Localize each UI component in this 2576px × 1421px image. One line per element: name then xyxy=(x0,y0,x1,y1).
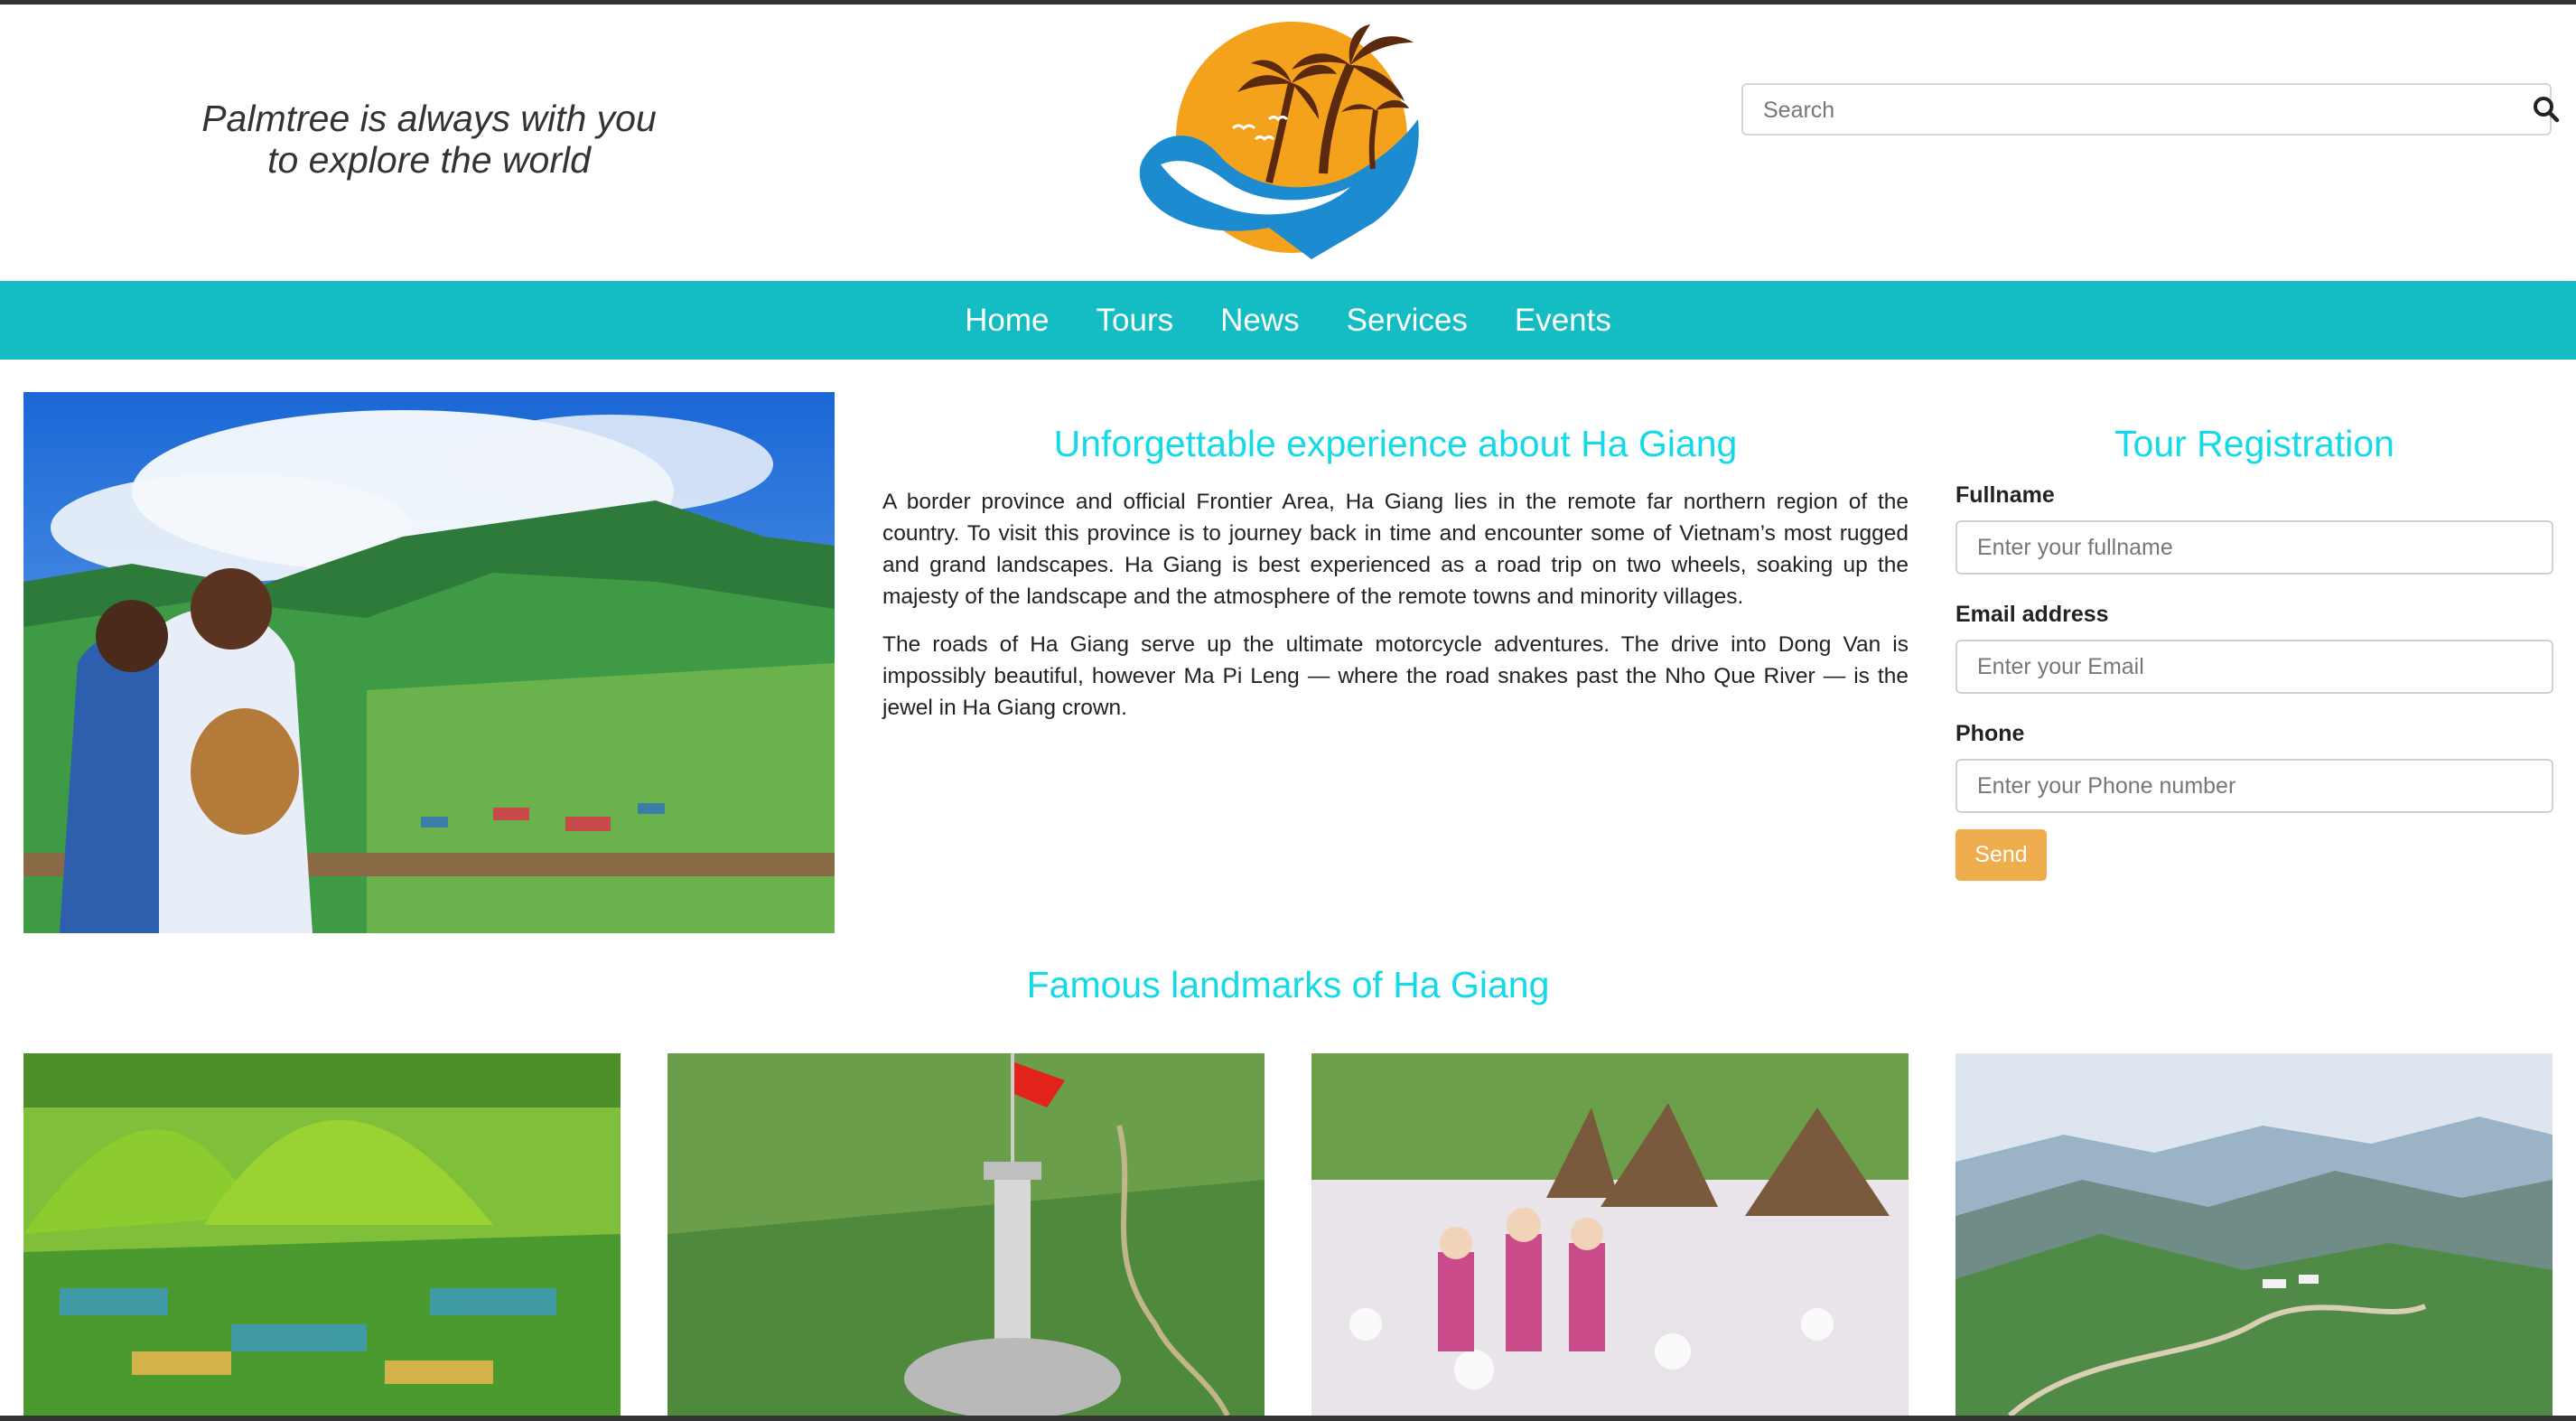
fullname-input[interactable] xyxy=(1955,520,2553,575)
tour-registration-form: Tour Registration Fullname Email address… xyxy=(1955,417,2553,881)
article-paragraph-1: A border province and official Frontier … xyxy=(882,490,1909,609)
article-section: Unforgettable experience about Ha Giang … xyxy=(882,417,1909,740)
palm-tree-sunset-logo-icon[interactable] xyxy=(1134,20,1441,264)
nav-home[interactable]: Home xyxy=(965,303,1049,339)
search-icon[interactable] xyxy=(2531,94,2562,125)
send-button[interactable]: Send xyxy=(1955,829,2047,881)
phone-label: Phone xyxy=(1955,721,2025,746)
landmark-image-lung-cu-flag-tower[interactable] xyxy=(667,1053,1265,1416)
email-input[interactable] xyxy=(1955,640,2553,694)
nav-news[interactable]: News xyxy=(1220,303,1300,339)
landmark-image-twin-mountains[interactable] xyxy=(23,1053,621,1416)
tagline-line-1: Palmtree is always with you xyxy=(201,98,657,139)
main-navbar: Home Tours News Services Events xyxy=(0,281,2576,360)
top-border xyxy=(0,0,2576,5)
landmarks-title: Famous landmarks of Ha Giang xyxy=(1026,964,1550,1005)
phone-input[interactable] xyxy=(1955,759,2553,813)
ha-giang-hero-image xyxy=(23,392,835,933)
article-paragraph-2: The roads of Ha Giang serve up the ultim… xyxy=(882,632,1909,720)
fullname-label: Fullname xyxy=(1955,482,2055,508)
registration-title: Tour Registration xyxy=(2114,423,2394,464)
search-box xyxy=(1741,83,2552,136)
tagline-line-2: to explore the world xyxy=(267,139,591,181)
site-tagline: Palmtree is always with you to explore t… xyxy=(145,98,714,181)
article-title: Unforgettable experience about Ha Giang xyxy=(1053,423,1738,464)
email-label: Email address xyxy=(1955,602,2109,627)
nav-services[interactable]: Services xyxy=(1347,303,1468,339)
landmark-image-ma-pi-leng-valley[interactable] xyxy=(1955,1053,2553,1416)
bottom-border xyxy=(0,1416,2576,1421)
nav-events[interactable]: Events xyxy=(1515,303,1611,339)
nav-tours[interactable]: Tours xyxy=(1097,303,1174,339)
search-input[interactable] xyxy=(1761,92,2506,128)
landmark-image-buckwheat-flower-field[interactable] xyxy=(1311,1053,1909,1416)
